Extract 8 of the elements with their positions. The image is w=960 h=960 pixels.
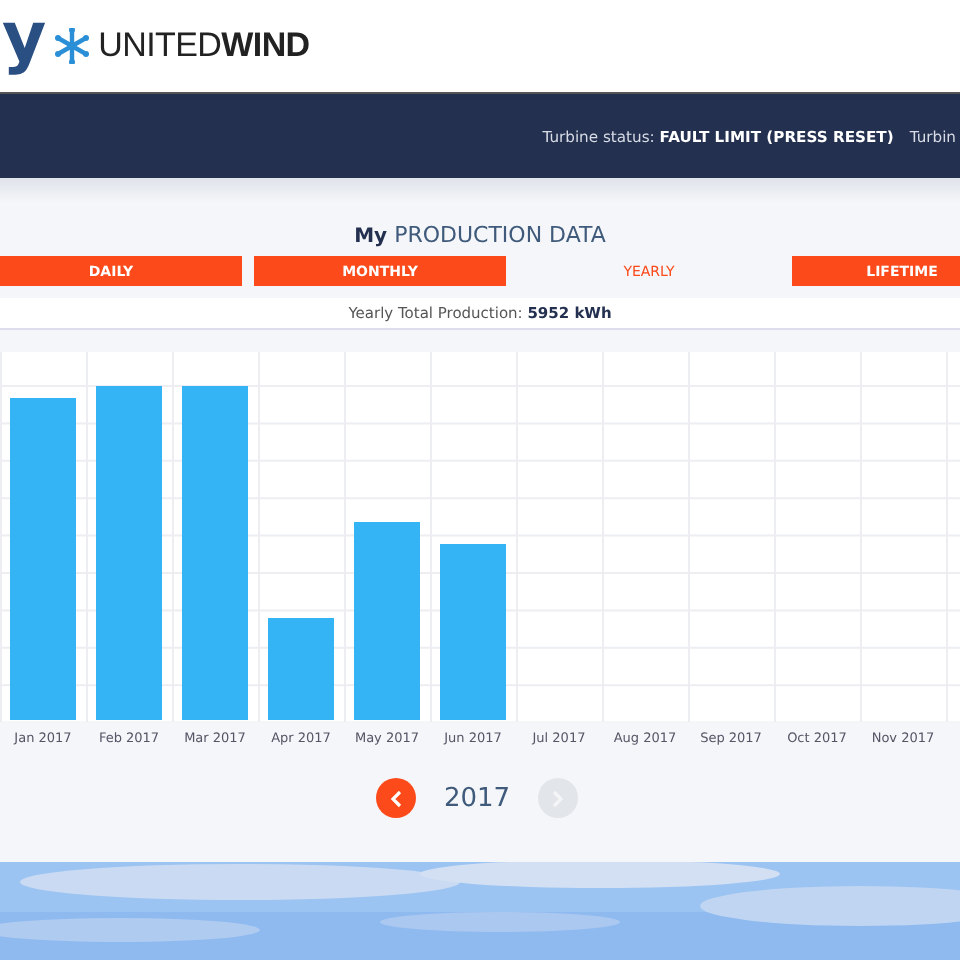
logo-letter: y [2,4,47,72]
previous-button[interactable] [375,778,416,818]
brand-name: UNITEDWIND [98,26,310,66]
year-label: 2017 [443,783,511,813]
chevron-left-icon [389,789,402,807]
snowflake-logo-icon [54,28,91,64]
bar [268,618,334,720]
section-title: My PRODUCTION DATA [352,220,608,252]
